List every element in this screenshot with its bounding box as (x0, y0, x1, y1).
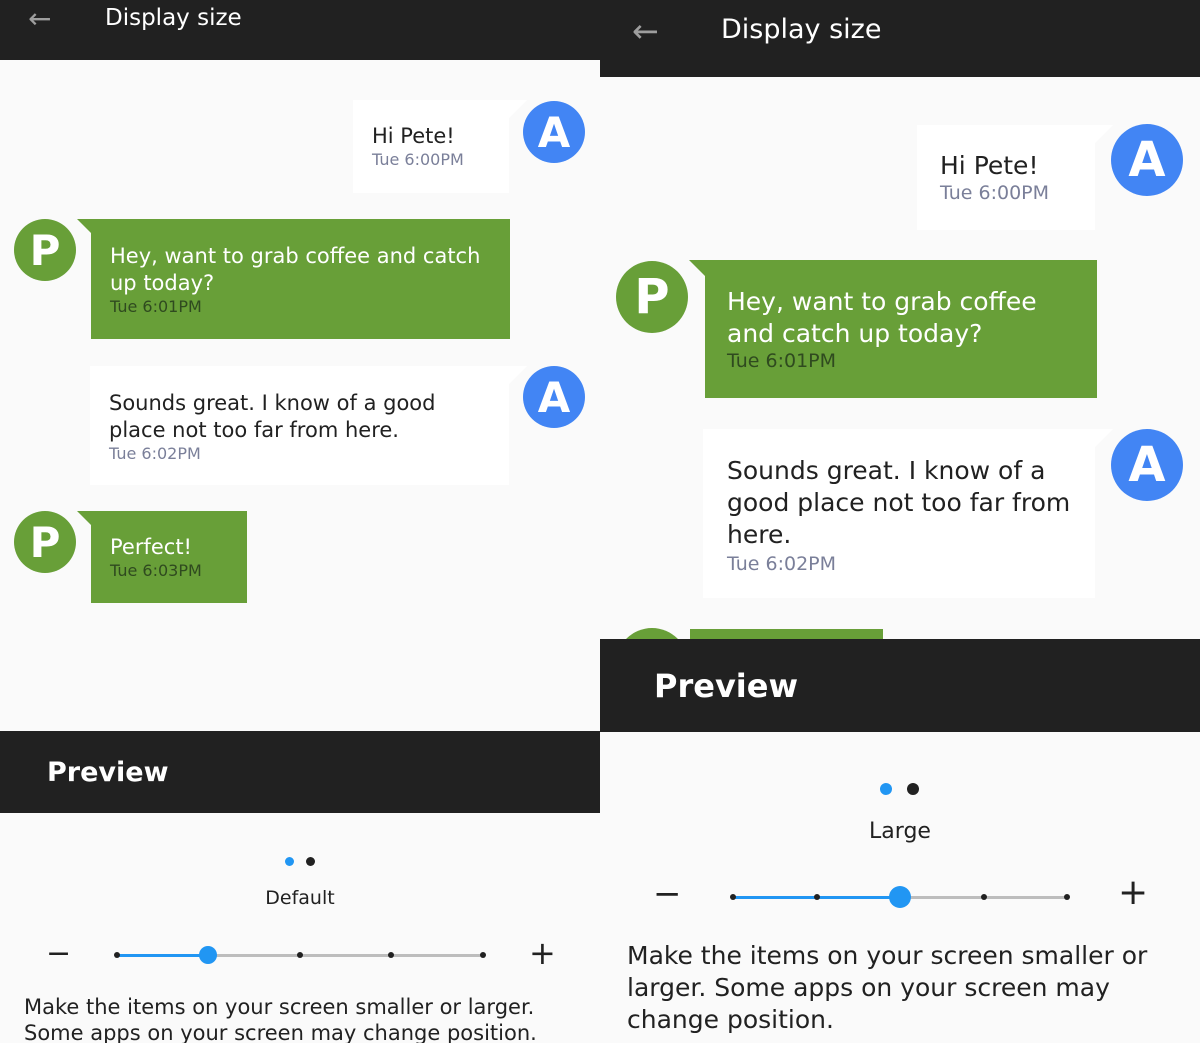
message-bubble: Hey, want to grab coffee and catch up to… (689, 260, 1097, 398)
back-arrow-icon[interactable]: ← (632, 12, 659, 50)
page-indicator-dot[interactable] (907, 783, 919, 795)
message-bubble: Sounds great. I know of a good place not… (703, 429, 1113, 598)
size-label: Large (869, 819, 931, 844)
preview-header: Preview (600, 639, 1200, 732)
message-time: Tue 6:00PM (372, 150, 464, 169)
avatar-a: A (1111, 429, 1183, 501)
size-label: Default (265, 887, 335, 909)
message-time: Tue 6:02PM (727, 553, 837, 575)
slider-thumb[interactable] (199, 946, 217, 964)
message-time: Tue 6:03PM (110, 561, 202, 580)
page-indicator-dot-active[interactable] (880, 783, 892, 795)
message-text: Hi Pete! (372, 124, 455, 148)
slider-thumb[interactable] (889, 886, 911, 908)
message-bubble: Hi Pete! Tue 6:00PM (353, 100, 527, 193)
message-text: Perfect! (110, 535, 192, 559)
message-time: Tue 6:01PM (727, 350, 837, 372)
message-time: Tue 6:01PM (110, 297, 202, 316)
page-title: Display size (721, 14, 882, 45)
description-text: Make the items on your screen smaller or… (627, 941, 1148, 1034)
message-text: Sounds great. I know of a good place not… (727, 456, 1071, 549)
message-bubble: Sounds great. I know of a good place not… (90, 366, 527, 485)
display-size-default-panel: ← Display size Hi Pete! Tue 6:00PM A P H… (0, 0, 600, 1043)
message-time: Tue 6:00PM (940, 182, 1050, 204)
decrease-size-button[interactable]: − (46, 936, 71, 971)
avatar-a: A (1111, 124, 1183, 196)
increase-size-button[interactable]: + (1118, 872, 1148, 913)
decrease-size-button[interactable]: − (653, 874, 682, 914)
message-bubble: Perfect! Tue 6:03PM (77, 511, 247, 603)
message-time: Tue 6:02PM (109, 444, 201, 463)
message-text: Hey, want to grab coffee and catch up to… (110, 244, 481, 295)
avatar-a: A (523, 366, 585, 428)
avatar-p: P (14, 511, 76, 573)
avatar-a: A (523, 101, 585, 163)
increase-size-button[interactable]: + (529, 934, 556, 972)
app-bar: ← Display size (600, 0, 1200, 77)
description-text: Make the items on your screen smaller or… (24, 995, 537, 1043)
message-bubble: Hey, want to grab coffee and catch up to… (77, 219, 510, 339)
message-text: Hi Pete! (940, 151, 1039, 180)
page-indicator-dot-active[interactable] (285, 857, 294, 866)
back-arrow-icon[interactable]: ← (28, 2, 51, 35)
message-text: Hey, want to grab coffee and catch up to… (727, 287, 1037, 348)
page-indicator-dot[interactable] (306, 857, 315, 866)
page-title: Display size (105, 5, 242, 31)
preview-header: Preview (0, 731, 600, 813)
message-bubble: Hi Pete! Tue 6:00PM (917, 125, 1113, 230)
display-size-large-panel: ← Display size Hi Pete! Tue 6:00PM A P H… (600, 0, 1200, 1043)
avatar-p: P (14, 219, 76, 281)
app-bar: ← Display size (0, 0, 600, 60)
message-text: Sounds great. I know of a good place not… (109, 391, 436, 442)
avatar-p: P (616, 261, 688, 333)
